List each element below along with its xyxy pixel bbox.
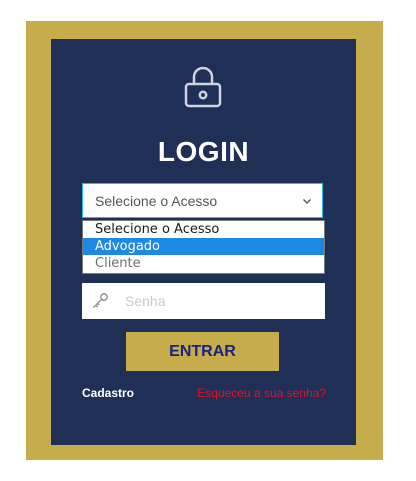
forgot-password-link[interactable]: Esqueceu a sua senha? (197, 386, 326, 400)
access-option-selecione[interactable]: Selecione o Acesso (83, 221, 324, 238)
lock-icon (184, 66, 222, 108)
page-title: LOGIN (157, 136, 250, 167)
access-option-cliente[interactable]: Cliente (83, 255, 324, 272)
password-field[interactable] (82, 283, 325, 319)
key-icon (93, 293, 108, 308)
password-input[interactable] (123, 292, 307, 310)
access-dropdown-list: Selecione o Acesso Advogado Cliente (82, 220, 325, 274)
register-link[interactable]: Cadastro (82, 386, 134, 400)
access-option-advogado[interactable]: Advogado (83, 238, 324, 255)
chevron-down-icon (303, 198, 311, 204)
access-select-value: Selecione o Acesso (95, 192, 218, 209)
enter-button[interactable]: ENTRAR (126, 332, 279, 371)
access-select[interactable]: Selecione o Acesso (82, 183, 323, 218)
